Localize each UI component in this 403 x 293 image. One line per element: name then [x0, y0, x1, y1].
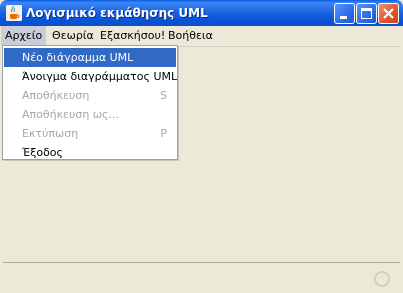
menu-bar: Αρχείο Θεωρία Εξασκήσου! Βοήθεια — [0, 26, 403, 45]
app-window: Λογισμικό εκμάθησης UML Αρχείο Θεωρία Εξ… — [0, 0, 403, 293]
menu-item-new-diagram[interactable]: Νέο διάγραμμα UML — [4, 48, 176, 67]
menu-item-label: Άνοιγμα διαγράμματος UML — [22, 70, 178, 83]
menu-item-label: Εκτύπωση — [22, 127, 79, 140]
maximize-button[interactable] — [356, 3, 377, 24]
menu-item-label: Αποθήκευση ως... — [22, 108, 119, 121]
minimize-icon — [340, 16, 347, 19]
menu-item-save[interactable]: Αποθήκευση S — [4, 86, 176, 105]
menu-item-save-as[interactable]: Αποθήκευση ως... — [4, 105, 176, 124]
menu-item-open-diagram[interactable]: Άνοιγμα διαγράμματος UML — [4, 67, 178, 86]
window-title: Λογισμικό εκμάθησης UML — [26, 6, 208, 20]
menu-file[interactable]: Αρχείο — [1, 26, 47, 45]
menu-theory[interactable]: Θεωρία — [48, 26, 98, 45]
menu-practice[interactable]: Εξασκήσου! — [96, 26, 169, 45]
file-menu-dropdown: Νέο διάγραμμα UML Άνοιγμα διαγράμματος U… — [2, 45, 178, 160]
menu-item-label: Αποθήκευση — [22, 89, 90, 102]
maximize-icon — [361, 8, 372, 19]
close-button[interactable] — [378, 3, 399, 24]
menu-item-shortcut: P — [160, 127, 167, 140]
title-bar[interactable]: Λογισμικό εκμάθησης UML — [0, 0, 403, 26]
busy-indicator-icon — [374, 271, 390, 287]
menu-item-shortcut: S — [160, 89, 167, 102]
menu-item-label: Νέο διάγραμμα UML — [22, 51, 134, 64]
close-icon — [383, 8, 394, 19]
menu-item-print[interactable]: Εκτύπωση P — [4, 124, 176, 143]
minimize-button[interactable] — [334, 3, 355, 24]
status-bar — [3, 262, 400, 290]
java-cup-icon[interactable] — [6, 5, 22, 21]
menu-item-exit[interactable]: Έξοδος — [4, 143, 176, 162]
menu-help[interactable]: Βοήθεια — [164, 26, 217, 45]
menu-item-label: Έξοδος — [22, 146, 63, 159]
